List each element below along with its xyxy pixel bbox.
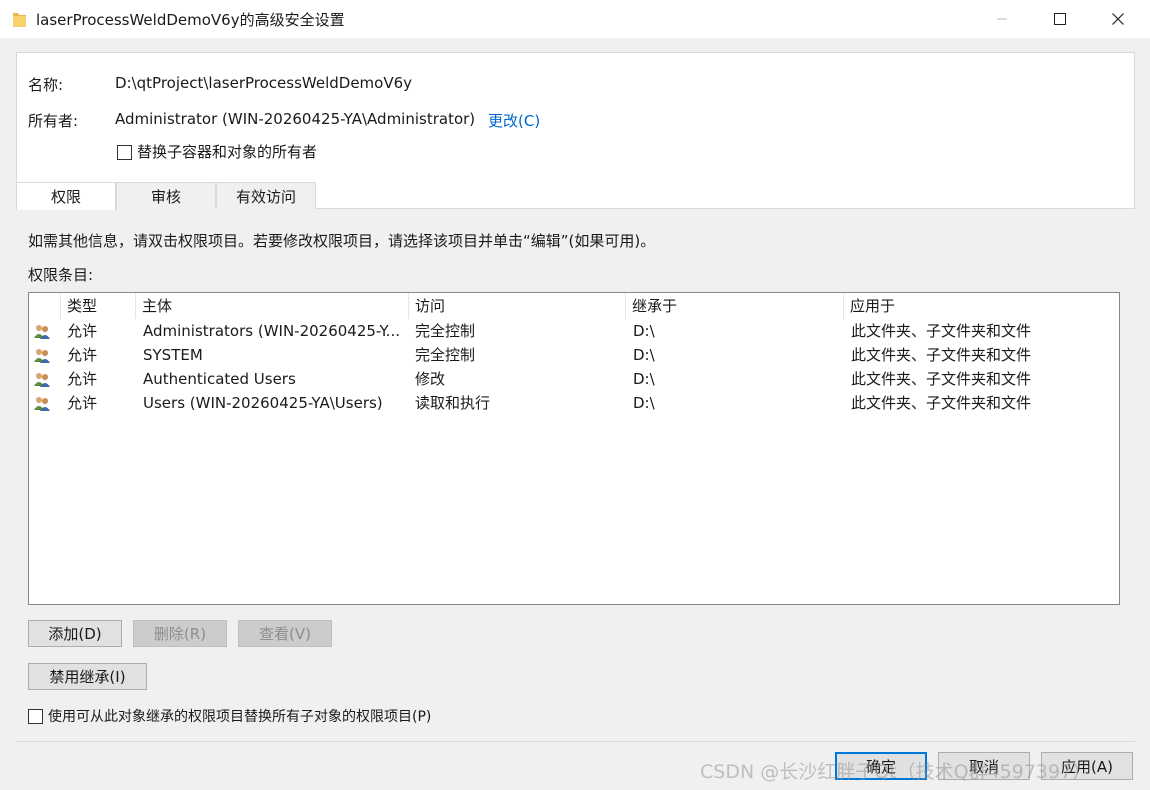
row-access: 修改 — [415, 370, 446, 388]
maximize-icon — [1054, 13, 1066, 25]
row-principal: SYSTEM — [143, 346, 203, 364]
list-header: 类型 主体 访问 继承于 应用于 — [29, 293, 1119, 319]
row-access: 读取和执行 — [415, 394, 491, 412]
permissions-hint: 如需其他信息，请双击权限项目。若要修改权限项目，请选择该项目并单击“编辑”(如果… — [28, 232, 656, 250]
close-icon — [1112, 13, 1124, 25]
tab-auditing[interactable]: 审核 — [116, 182, 216, 209]
row-principal: Administrators (WIN-20260425-Y... — [143, 322, 400, 340]
column-inherited-from[interactable]: 继承于 — [626, 293, 844, 319]
row-access: 完全控制 — [415, 322, 476, 340]
row-access: 完全控制 — [415, 346, 476, 364]
replace-owner-label: 替换子容器和对象的所有者 — [137, 143, 318, 161]
row-principal: Authenticated Users — [143, 370, 296, 388]
table-row[interactable]: 允许 Users (WIN-20260425-YA\Users) 读取和执行 D… — [29, 391, 1119, 415]
replace-child-permissions-checkbox[interactable] — [28, 709, 43, 724]
folder-icon — [13, 13, 26, 27]
replace-owner-checkbox[interactable] — [117, 145, 132, 160]
table-row[interactable]: 允许 SYSTEM 完全控制 D:\ 此文件夹、子文件夹和文件 — [29, 343, 1119, 367]
view-button[interactable]: 查看(V) — [238, 620, 332, 647]
minimize-button[interactable] — [973, 0, 1031, 38]
table-row[interactable]: 允许 Authenticated Users 修改 D:\ 此文件夹、子文件夹和… — [29, 367, 1119, 391]
row-inherited: D:\ — [633, 346, 655, 364]
row-type: 允许 — [67, 346, 98, 364]
replace-child-permissions-label: 使用可从此对象继承的权限项目替换所有子对象的权限项目(P) — [48, 709, 432, 725]
tab-permissions[interactable]: 权限 — [16, 182, 116, 210]
entries-label: 权限条目: — [28, 266, 94, 284]
cancel-button[interactable]: 取消 — [938, 752, 1030, 780]
column-principal[interactable]: 主体 — [136, 293, 409, 319]
row-applies: 此文件夹、子文件夹和文件 — [851, 322, 1032, 340]
owner-label: 所有者: — [28, 112, 79, 130]
column-type[interactable]: 类型 — [61, 293, 136, 319]
row-inherited: D:\ — [633, 370, 655, 388]
ok-button[interactable]: 确定 — [835, 752, 927, 780]
users-group-icon — [34, 349, 50, 363]
tab-effective-access[interactable]: 有效访问 — [216, 182, 316, 209]
remove-button[interactable]: 删除(R) — [133, 620, 227, 647]
table-row[interactable]: 允许 Administrators (WIN-20260425-Y... 完全控… — [29, 319, 1119, 343]
row-type: 允许 — [67, 394, 98, 412]
change-owner-link[interactable]: 更改(C) — [488, 110, 540, 131]
close-button[interactable] — [1089, 0, 1147, 38]
users-group-icon — [34, 325, 50, 339]
row-principal: Users (WIN-20260425-YA\Users) — [143, 394, 383, 412]
permission-entries-list[interactable]: 类型 主体 访问 继承于 应用于 允许 Administrators (WIN-… — [28, 292, 1120, 605]
column-icon[interactable] — [29, 293, 61, 319]
users-group-icon — [34, 373, 50, 387]
row-inherited: D:\ — [633, 322, 655, 340]
name-label: 名称: — [28, 76, 64, 94]
row-type: 允许 — [67, 322, 98, 340]
disable-inheritance-button[interactable]: 禁用继承(I) — [28, 663, 147, 690]
column-access[interactable]: 访问 — [409, 293, 626, 319]
row-applies: 此文件夹、子文件夹和文件 — [851, 394, 1032, 412]
title-bar[interactable]: laserProcessWeldDemoV6y的高级安全设置 — [0, 0, 1150, 38]
add-button[interactable]: 添加(D) — [28, 620, 122, 647]
minimize-icon — [997, 18, 1007, 20]
row-applies: 此文件夹、子文件夹和文件 — [851, 370, 1032, 388]
apply-button[interactable]: 应用(A) — [1041, 752, 1133, 780]
name-value: D:\qtProject\laserProcessWeldDemoV6y — [115, 74, 413, 92]
row-applies: 此文件夹、子文件夹和文件 — [851, 346, 1032, 364]
window-title: laserProcessWeldDemoV6y的高级安全设置 — [36, 11, 345, 29]
owner-value: Administrator (WIN-20260425-YA\Administr… — [115, 110, 476, 128]
maximize-button[interactable] — [1031, 0, 1089, 38]
users-group-icon — [34, 397, 50, 411]
column-applies-to[interactable]: 应用于 — [844, 293, 1119, 319]
row-type: 允许 — [67, 370, 98, 388]
row-inherited: D:\ — [633, 394, 655, 412]
